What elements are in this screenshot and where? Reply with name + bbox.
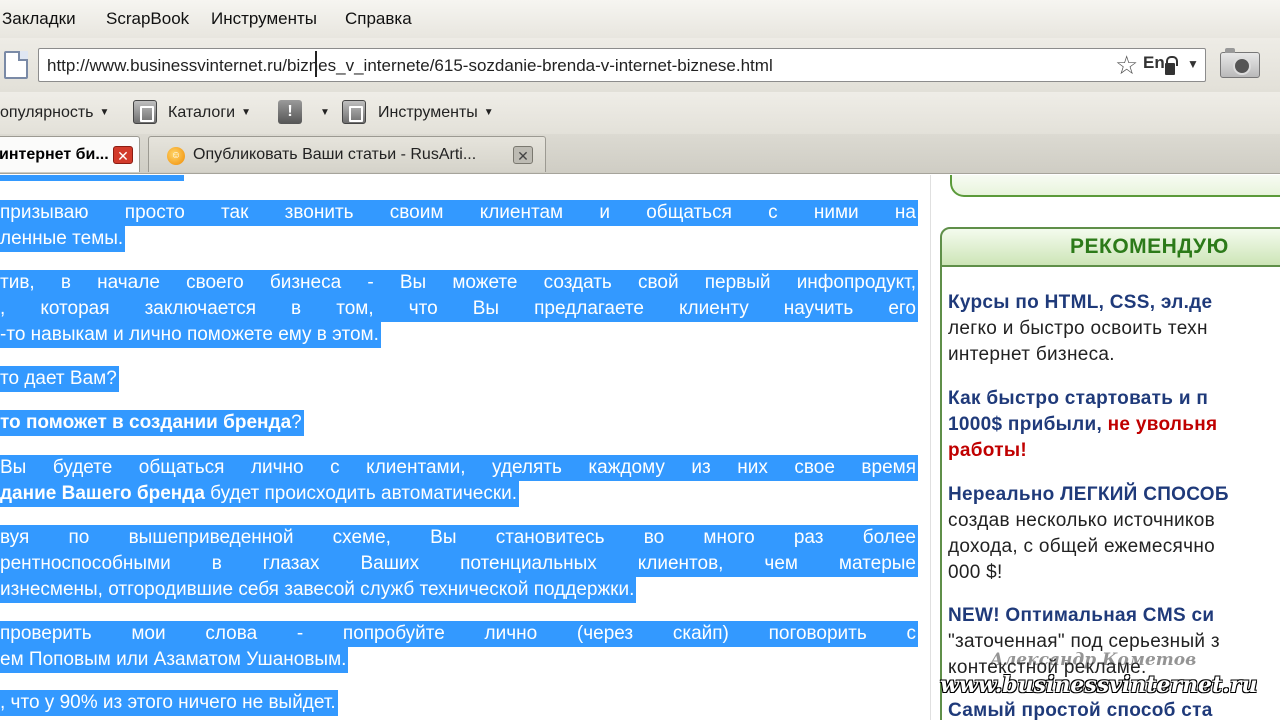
article-line: то дает Вам? — [0, 366, 119, 392]
text-cursor — [315, 51, 317, 77]
url-dropdown-icon[interactable]: ▼ — [1187, 57, 1199, 71]
sidebar-text: дохода, с общей ежемесячно — [948, 536, 1215, 557]
column-divider — [930, 175, 931, 720]
page-icon — [4, 51, 28, 79]
tab-label: интернет би... — [0, 146, 109, 163]
popularity-label: опулярность — [0, 104, 94, 121]
profit-text: 1000$ прибыли, — [948, 414, 1108, 435]
alert-icon[interactable]: ! — [278, 100, 302, 124]
subheading-bold: то поможет в создании бренда — [0, 412, 292, 433]
article-line: ем Поповым или Азаматом Ушановым. — [0, 647, 349, 673]
sidebar-text: работы! — [948, 438, 1027, 464]
bookmark-star-icon[interactable]: ☆ — [1115, 51, 1138, 79]
bold-phrase: дание Вашего бренда — [0, 483, 205, 504]
article-line: изнесмены, отгородившие себя завесой слу… — [0, 577, 637, 603]
article-line: вуя по вышеприведенной схеме, Вы станови… — [0, 525, 918, 551]
menu-help[interactable]: Справка — [345, 9, 412, 29]
menu-bookmarks[interactable]: Закладки — [2, 9, 76, 29]
sidebar-text: легко и быстро освоить техн — [948, 318, 1208, 339]
toolbar: опулярность ▼ Каталоги ▼ ! ▼ Инструменты ▼ — [0, 92, 1280, 134]
article-line: дание Вашего бренда будет происходить ав… — [0, 481, 520, 507]
navigation-bar: http://www.businessvinternet.ru/biznes_v… — [0, 38, 1280, 92]
article-line: призываю просто так звонить своим клиент… — [0, 200, 918, 226]
chevron-down-icon: ▼ — [99, 107, 110, 118]
sidebar-text: создав несколько источников — [948, 510, 1216, 531]
catalogs-menu[interactable]: Каталоги ▼ — [168, 104, 251, 122]
lock-icon — [1165, 56, 1178, 75]
language-indicator[interactable]: En — [1143, 53, 1165, 73]
popularity-menu[interactable]: опулярность ▼ — [0, 104, 109, 122]
article-line: , что у 90% из этого ничего не выйдет. — [0, 690, 338, 716]
catalogs-label: Каталоги — [168, 104, 236, 121]
recommend-header: РЕКОМЕНДУЮ — [940, 227, 1280, 267]
highlight-red: работы! — [948, 440, 1027, 461]
tab-bar: интернет би... ✕ ☺ Опубликовать Ваши ста… — [0, 134, 1280, 174]
page-content: призываю просто так звонить своим клиент… — [0, 175, 1280, 720]
article-line: -то навыкам и лично поможете ему в этом. — [0, 322, 381, 348]
line-rest: будет происходить автоматически. — [204, 483, 518, 504]
catalogs-icon[interactable] — [133, 100, 157, 124]
chevron-down-icon: ▼ — [320, 107, 330, 118]
tab-label: Опубликовать Ваши статьи - RusArti... — [193, 146, 477, 163]
url-bar[interactable]: http://www.businessvinternet.ru/biznes_v… — [38, 48, 1206, 82]
watermark-site: www.businessvinternet.ru — [940, 672, 1258, 698]
sidebar-link-easy-way[interactable]: Нереально ЛЕГКИЙ СПОСОБ — [948, 482, 1229, 508]
article-subheading: то поможет в создании бренда? — [0, 410, 304, 436]
sidebar-text: 000 $! — [948, 562, 1003, 583]
alert-dropdown[interactable]: ▼ — [314, 104, 330, 122]
highlight-red: не увольня — [1107, 414, 1218, 435]
sidebar-text: интернет бизнеса. — [948, 344, 1115, 365]
subheading-mark: ? — [291, 412, 302, 433]
close-icon[interactable]: ✕ — [513, 146, 533, 164]
menu-tools[interactable]: Инструменты — [211, 9, 317, 29]
sidebar-box-bottom — [950, 175, 1280, 197]
article-line: , которая заключается в том, что Вы пред… — [0, 296, 918, 322]
watermark-author: Александр Кометов — [990, 650, 1197, 670]
tab-active[interactable]: интернет би... ✕ — [0, 136, 140, 172]
tools-label: Инструменты — [378, 104, 478, 121]
article-line: Вы будете общаться лично с клиентами, уд… — [0, 455, 918, 481]
article-line: ленные темы. — [0, 226, 126, 252]
tools-menu[interactable]: Инструменты ▼ — [378, 104, 494, 122]
selection-fragment — [0, 175, 184, 181]
close-icon[interactable]: ✕ — [113, 146, 133, 164]
sidebar-link-html-css[interactable]: Курсы по HTML, CSS, эл.де — [948, 290, 1212, 316]
screenshot-camera-icon[interactable] — [1220, 48, 1260, 78]
chevron-down-icon: ▼ — [483, 107, 494, 118]
favicon-icon: ☺ — [167, 147, 185, 165]
tools-icon[interactable] — [342, 100, 366, 124]
tab-rusarticles[interactable]: ☺ Опубликовать Ваши статьи - RusArti... … — [148, 136, 546, 172]
sidebar-link-profit[interactable]: 1000$ прибыли, не увольня — [948, 412, 1217, 438]
menu-scrapbook[interactable]: ScrapBook — [106, 9, 189, 29]
sidebar-link-cms[interactable]: NEW! Оптимальная CMS си — [948, 603, 1214, 629]
article-line: тив, в начале своего бизнеса - Вы можете… — [0, 270, 918, 296]
article-line: рентноспособными в глазах Ваших потенциа… — [0, 551, 918, 577]
url-text[interactable]: http://www.businessvinternet.ru/biznes_v… — [47, 56, 773, 76]
chevron-down-icon: ▼ — [241, 107, 252, 118]
article-line: проверить мои слова - попробуйте лично (… — [0, 621, 918, 647]
menu-bar: Закладки ScrapBook Инструменты Справка — [0, 0, 1280, 38]
recommend-title: РЕКОМЕНДУЮ — [1070, 235, 1229, 258]
sidebar-link-fast-start[interactable]: Как быстро стартовать и п — [948, 386, 1208, 412]
